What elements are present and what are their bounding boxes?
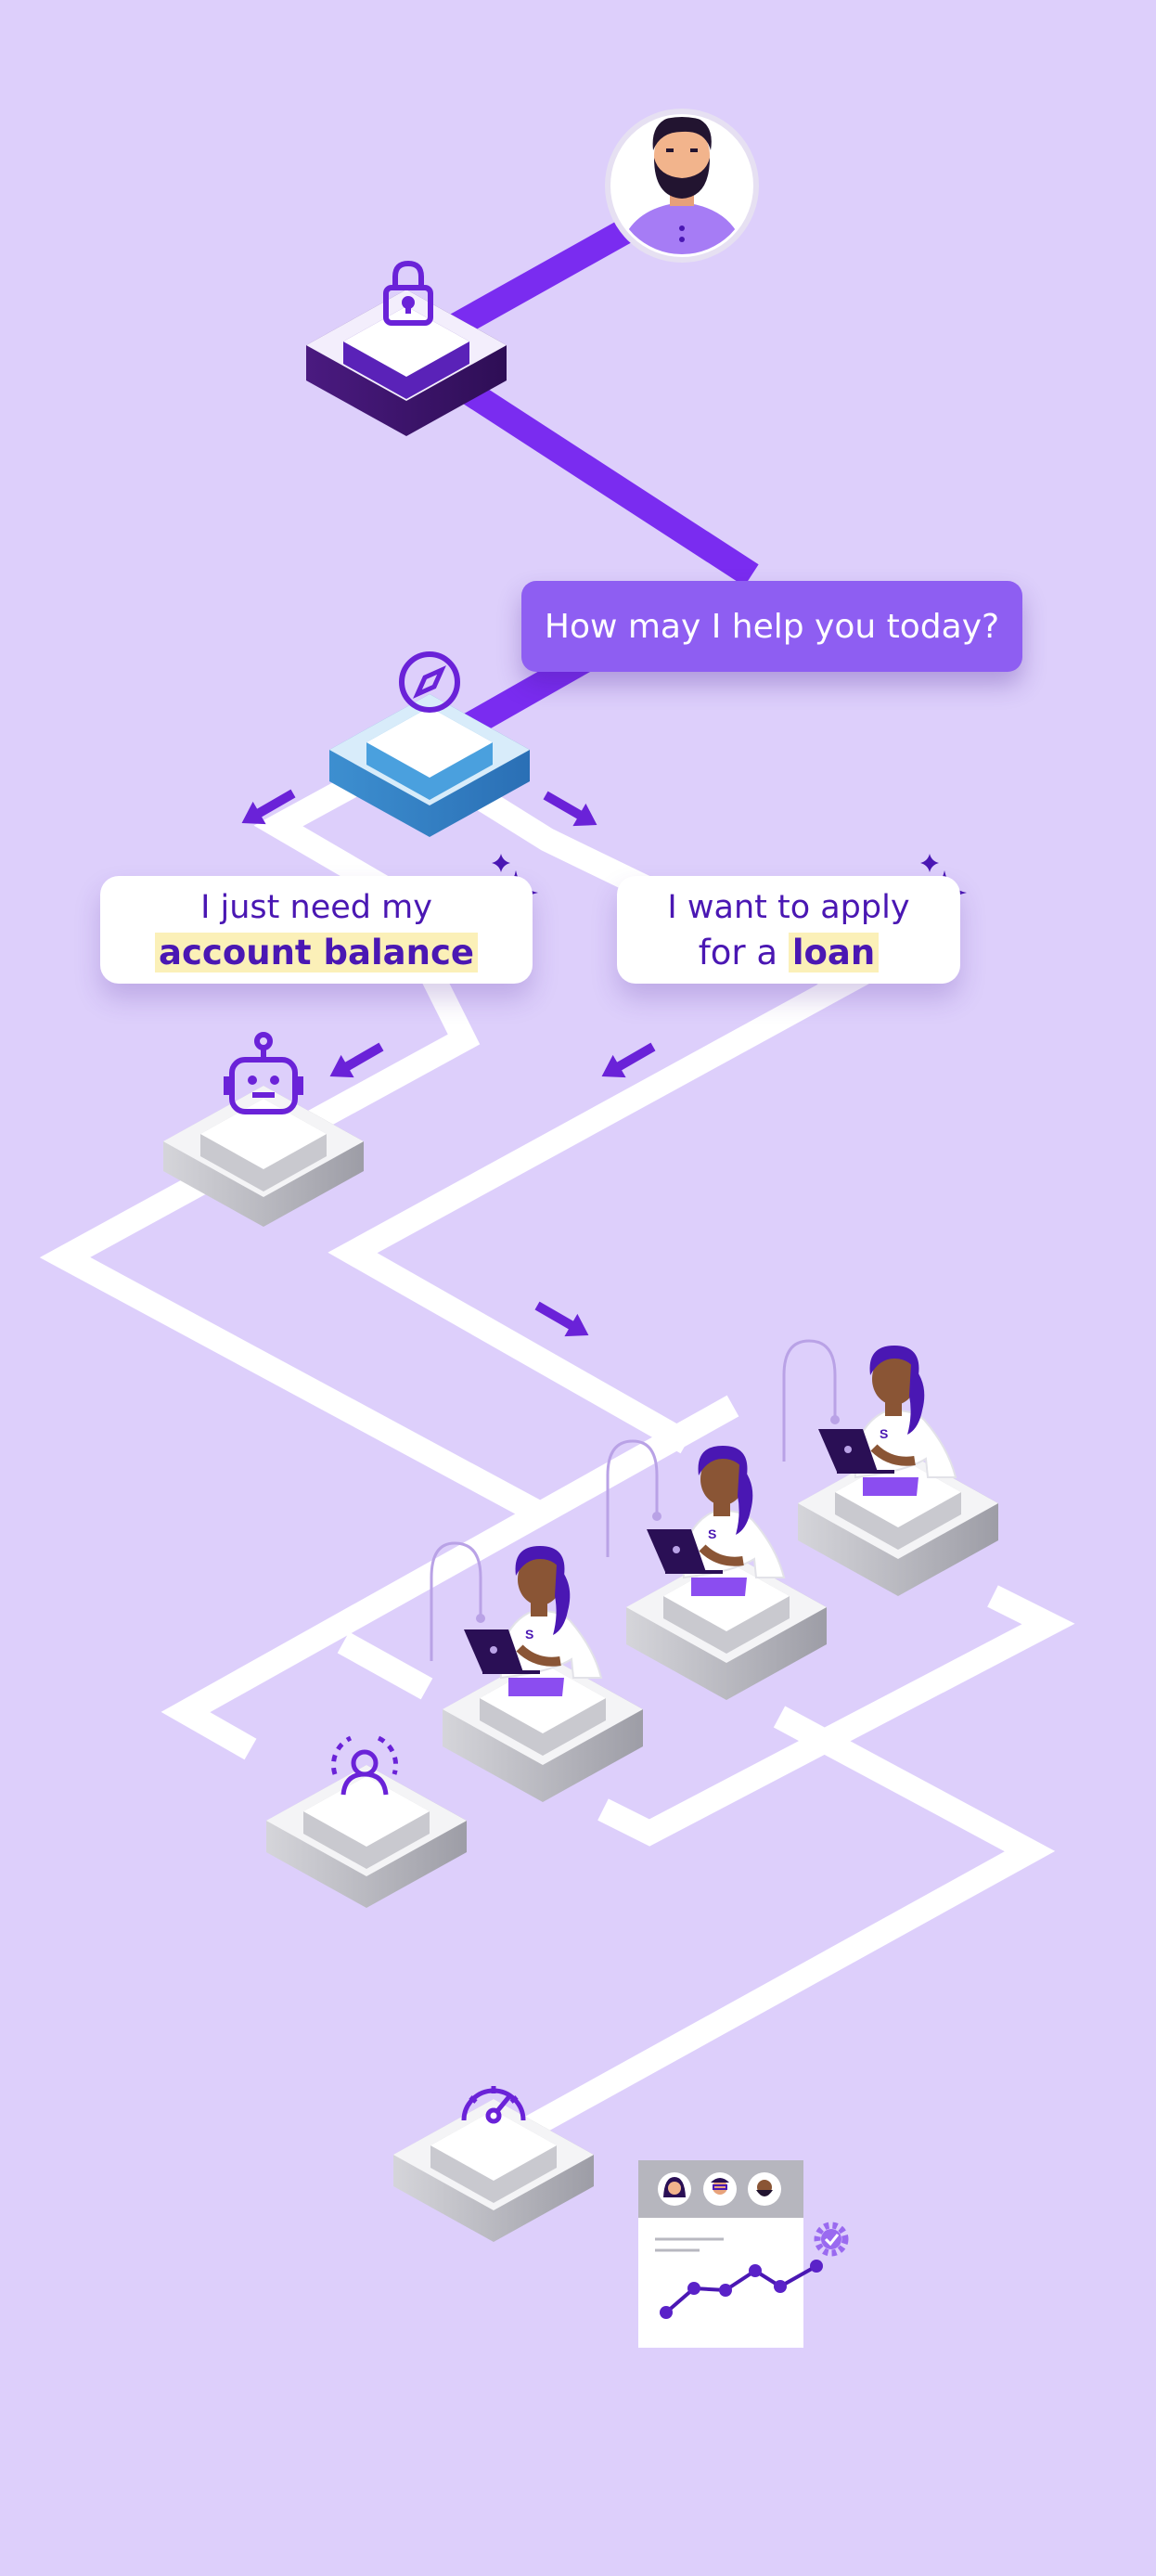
- choice-loan-prefix: for a: [698, 933, 789, 972]
- dashboard-chart-icon: [638, 2160, 849, 2348]
- agent-icon: S: [647, 1446, 786, 1596]
- greeting-text: How may I help you today?: [544, 607, 1000, 646]
- agent-badge: S: [708, 1526, 716, 1541]
- customer-journey-diagram: S S S How may I help you today? I just n…: [0, 0, 1156, 2576]
- journey-illustration: S S S: [39, 109, 1075, 2348]
- agent-platform-2: [626, 1552, 827, 1700]
- user-avatar-icon: [605, 109, 759, 263]
- path-agent-branch: [337, 1631, 433, 1700]
- choice-apply-loan[interactable]: I want to apply for a loan: [617, 876, 960, 984]
- greeting-bubble: How may I help you today?: [521, 581, 1022, 672]
- agent-badge: S: [880, 1426, 888, 1441]
- choice-account-balance[interactable]: I just need my account balance: [100, 876, 533, 984]
- profile-platform: [266, 1735, 467, 1908]
- choice-balance-highlight: account balance: [155, 933, 478, 972]
- choice-loan-line1: I want to apply: [667, 889, 910, 926]
- agent-icon: S: [464, 1546, 603, 1696]
- gear-check-icon: [814, 2222, 849, 2257]
- agent-platform-1: [443, 1654, 643, 1802]
- agent-badge: S: [525, 1627, 533, 1642]
- choice-loan-highlight: loan: [788, 933, 880, 972]
- arrow-icon: [534, 1301, 589, 1337]
- choice-balance-line1: I just need my: [200, 889, 432, 926]
